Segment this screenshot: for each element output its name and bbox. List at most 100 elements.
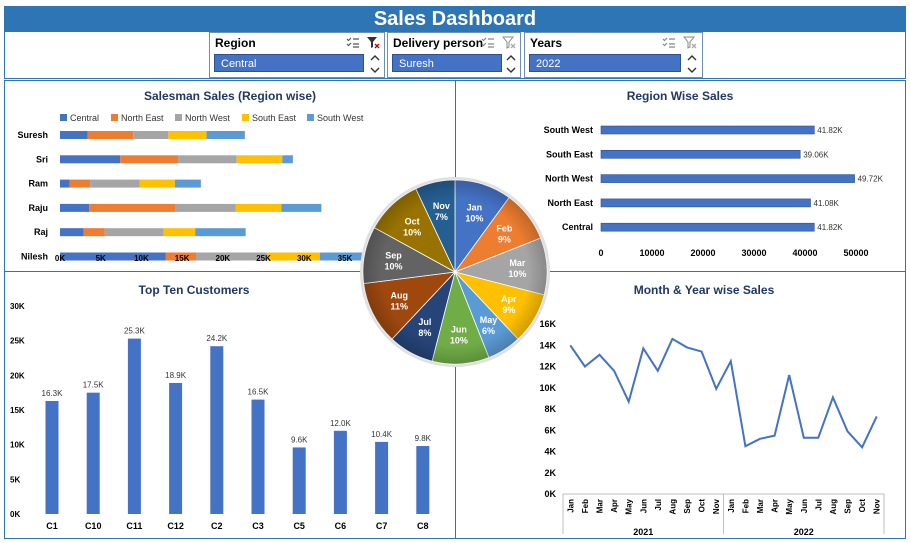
delivery-person-slicer: Delivery person Suresh	[387, 32, 521, 78]
bar	[600, 125, 815, 135]
x-tick-label: Sep	[683, 499, 692, 514]
y-tick-label: 4K	[544, 447, 556, 457]
bar	[600, 174, 855, 183]
category-label: Suresh	[17, 130, 48, 140]
bar	[251, 399, 265, 514]
bar-segment	[90, 179, 140, 188]
category-label: Raju	[28, 203, 48, 213]
sales-line	[569, 337, 878, 450]
x-tick-label: Nov	[712, 498, 721, 514]
bar-segment	[235, 203, 282, 212]
x-tick-label: Mar	[756, 499, 765, 513]
x-tick-label: 0	[598, 248, 603, 258]
multi-select-icon[interactable]	[481, 36, 495, 49]
region-scroll-arrows[interactable]	[369, 52, 381, 76]
pie-percent: 8%	[418, 328, 431, 338]
category-label: C1	[46, 521, 58, 531]
category-label: C2	[211, 521, 223, 531]
x-tick-label: Nov	[873, 498, 882, 514]
x-tick-label: 30K	[297, 254, 312, 263]
legend-label: South West	[317, 113, 364, 123]
data-label: 12.0K	[330, 419, 352, 428]
x-tick-label: Jun	[800, 499, 809, 513]
legend-label: South East	[252, 113, 297, 123]
x-tick-label: 30000	[741, 248, 766, 258]
y-tick-label: 15K	[10, 406, 25, 415]
bar	[600, 198, 811, 208]
delivery-person-slicer-title: Delivery person	[393, 36, 484, 50]
pie-percent: 9%	[498, 235, 511, 245]
legend-label: North West	[185, 113, 230, 123]
bar-segment	[104, 228, 164, 237]
x-tick-label: 50000	[843, 248, 868, 258]
x-tick-label: Apr	[610, 499, 619, 513]
category-label: C5	[293, 521, 305, 531]
category-label: C3	[252, 521, 264, 531]
pie-percent: 10%	[508, 269, 526, 279]
multi-select-icon[interactable]	[346, 36, 360, 49]
data-label: 10.4K	[371, 430, 393, 439]
region-selected-item[interactable]: Central	[214, 54, 364, 72]
y-tick-label: 2K	[544, 468, 556, 478]
category-label: C11	[126, 521, 142, 531]
bar-segment	[60, 203, 90, 212]
y-tick-label: 5K	[10, 475, 20, 484]
clear-filter-icon[interactable]	[683, 36, 697, 49]
x-tick-label: 5K	[96, 254, 106, 263]
delivery-person-scroll-arrows[interactable]	[505, 52, 517, 76]
bar	[127, 338, 141, 514]
y-tick-label: 8K	[544, 404, 556, 414]
bar-segment	[60, 228, 84, 237]
pie-percent: 10%	[403, 227, 421, 237]
data-label: 41.82K	[817, 126, 843, 135]
y-tick-label: 25K	[10, 337, 25, 346]
category-label: C6	[335, 521, 347, 531]
pie-label: Oct	[405, 216, 420, 226]
y-tick-label: 6K	[544, 425, 556, 435]
x-tick-label: 15K	[175, 254, 190, 263]
x-tick-label: May	[785, 498, 794, 514]
x-tick-label: Mar	[595, 499, 604, 513]
bar-segment	[236, 155, 283, 164]
y-tick-label: 0K	[544, 489, 556, 499]
bar-segment	[174, 179, 201, 188]
pie-label: Feb	[496, 224, 513, 234]
legend-swatch	[175, 114, 182, 121]
clear-filter-icon[interactable]	[502, 36, 516, 49]
bar-segment	[60, 131, 88, 139]
bar-segment	[60, 179, 70, 188]
pie-percent: 10%	[465, 214, 483, 224]
bar-segment	[281, 203, 322, 212]
dashboard-title: Sales Dashboard	[4, 6, 906, 32]
data-label: 25.3K	[124, 327, 146, 336]
multi-select-icon[interactable]	[662, 36, 676, 49]
data-label: 18.9K	[165, 371, 187, 380]
delivery-person-selected-item[interactable]: Suresh	[392, 54, 502, 72]
data-label: 41.08K	[814, 199, 840, 208]
data-label: 24.2K	[206, 334, 228, 343]
bar	[169, 382, 183, 514]
x-tick-label: 20000	[690, 248, 715, 258]
bar-segment	[266, 252, 320, 261]
years-selected-item[interactable]: 2022	[529, 54, 681, 72]
data-label: 16.3K	[42, 389, 64, 398]
years-scroll-arrows[interactable]	[686, 52, 698, 76]
bar-segment	[69, 179, 91, 188]
bar-segment	[133, 131, 169, 139]
bar-segment	[195, 228, 246, 237]
category-label: Raj	[34, 227, 48, 237]
x-tick-label: 25K	[256, 254, 271, 263]
pie-label: Aug	[391, 290, 409, 300]
category-label: C7	[376, 521, 388, 531]
bar-segment	[120, 155, 179, 164]
pie-label: Jul	[418, 317, 431, 327]
clear-filter-icon[interactable]	[366, 36, 380, 49]
pie-percent: 10%	[385, 261, 403, 271]
monthly-share-pie: Jan10%Feb9%Mar10%Apr9%May6%Jun10%Jul8%Au…	[360, 177, 550, 367]
chart-title: Top Ten Customers	[139, 283, 250, 297]
legend-label: North East	[121, 113, 164, 123]
bar-segment	[168, 131, 207, 139]
x-tick-label: 10K	[134, 254, 149, 263]
x-tick-label: Jun	[639, 499, 648, 513]
bar-segment	[83, 228, 105, 237]
